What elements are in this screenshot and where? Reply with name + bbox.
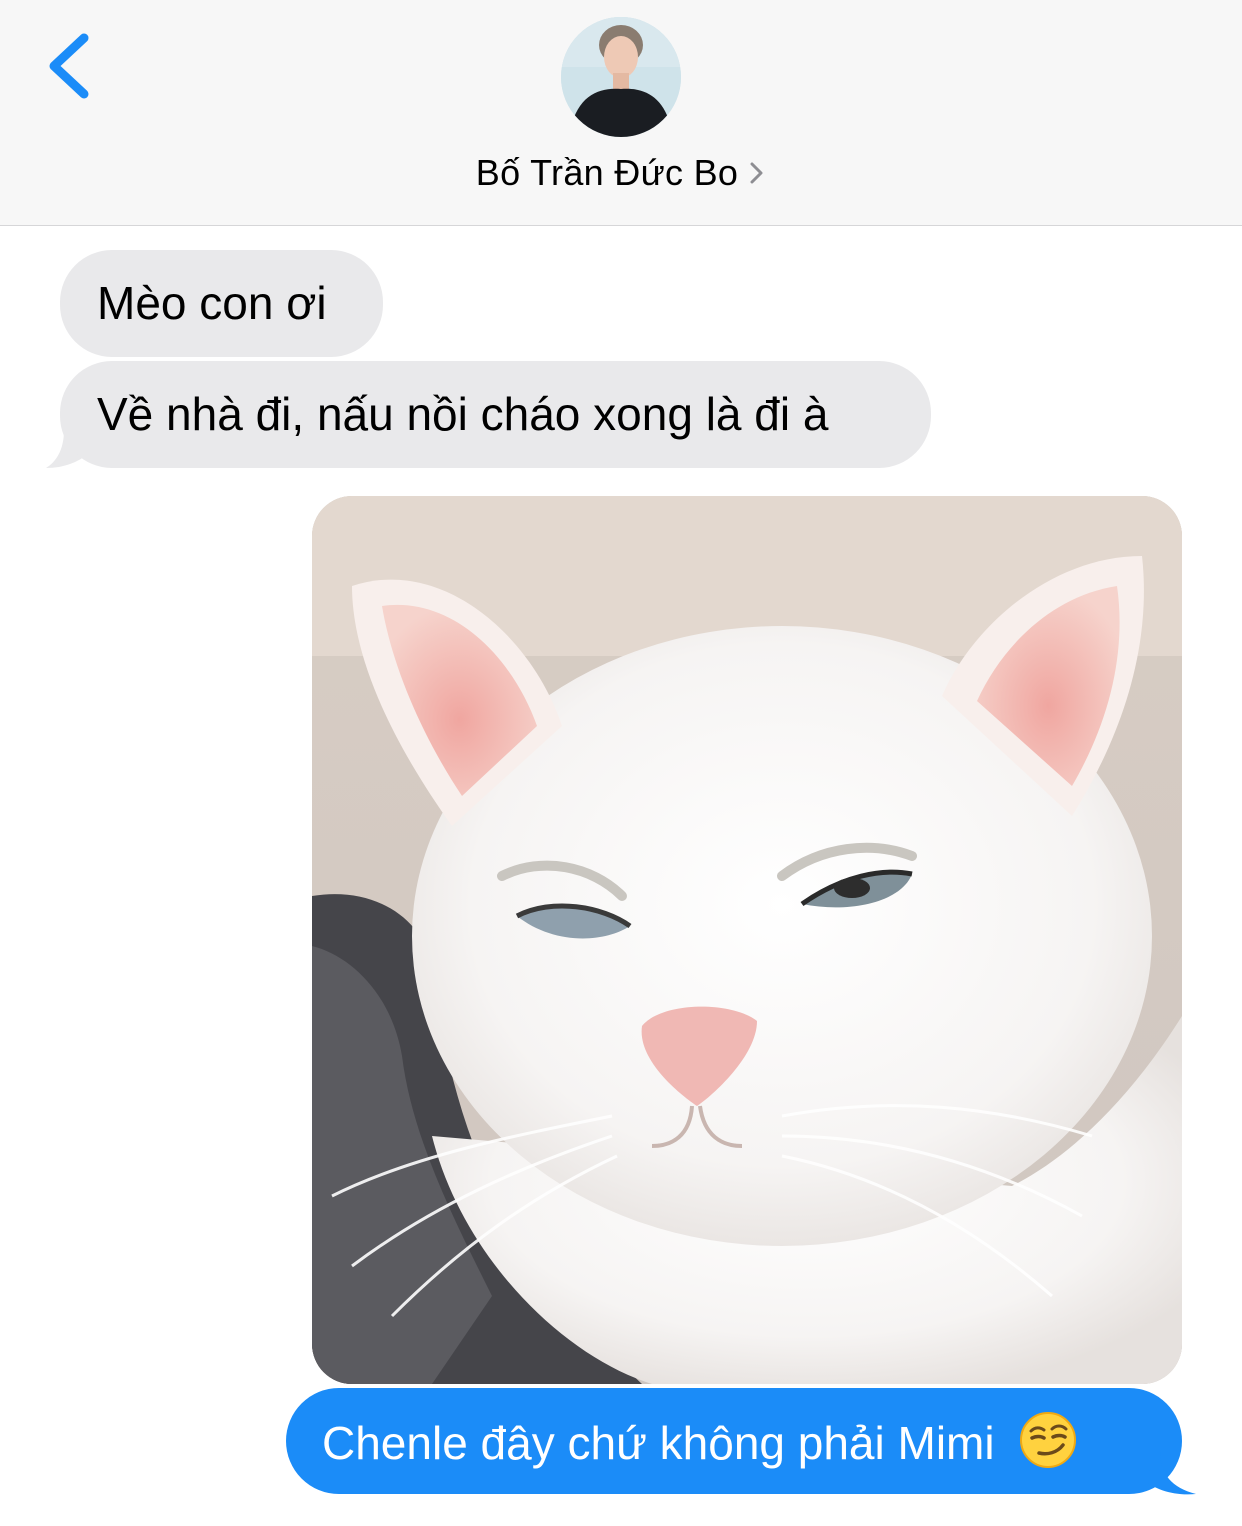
message-text: Mèo con ơi <box>97 277 327 329</box>
conversation-header: Bố Trần Đức Bo <box>0 0 1242 226</box>
chevron-left-icon <box>49 33 89 99</box>
back-button[interactable] <box>38 28 108 108</box>
avatar-image <box>561 17 681 137</box>
smirking-face-icon <box>1020 1411 1077 1468</box>
received-message-bubble[interactable]: Về nhà đi, nấu nồi cháo xong là đi à <box>60 361 931 468</box>
chevron-right-icon <box>750 162 763 184</box>
sent-image-message[interactable] <box>312 496 1182 1384</box>
white-cat-photo <box>312 496 1182 1384</box>
message-text: Chenle đây chứ không phải Mimi <box>322 1417 995 1469</box>
contact-avatar[interactable] <box>561 17 681 137</box>
contact-name: Bố Trần Đức Bo <box>475 152 739 193</box>
message-text: Về nhà đi, nấu nồi cháo xong là đi à <box>97 388 829 440</box>
contact-info[interactable]: Bố Trần Đức Bo <box>0 148 1242 198</box>
received-message-bubble[interactable]: Mèo con ơi <box>60 250 383 357</box>
sent-message-bubble[interactable]: Chenle đây chứ không phải Mimi <box>286 1388 1182 1494</box>
sent-bubble-tail <box>1144 1452 1196 1495</box>
